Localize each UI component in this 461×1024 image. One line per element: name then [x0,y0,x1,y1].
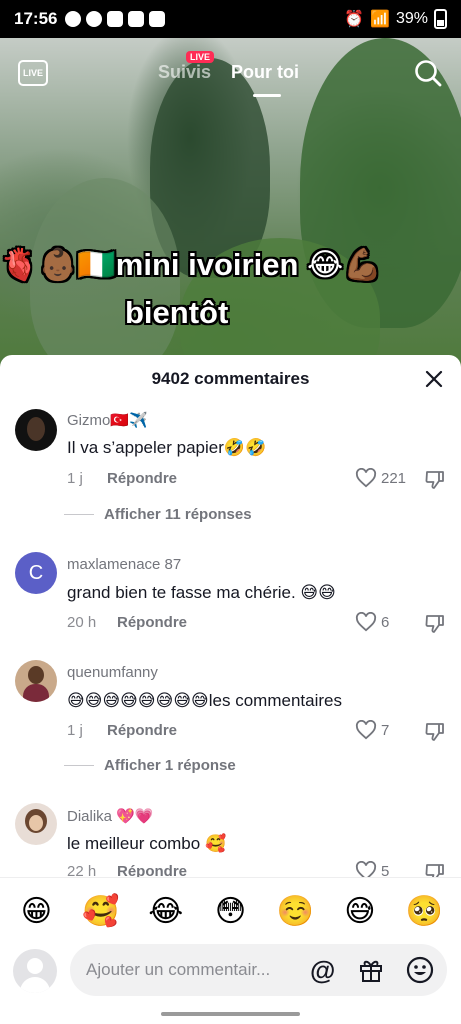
comment-time: 20 h [67,614,97,631]
emoji-picker-icon[interactable] [406,956,434,984]
top-nav: LIVE Suivis LIVE Pour toi [0,51,461,97]
emoji-button[interactable]: 🥰 [76,894,126,929]
alarm-icon: ⏰ [344,11,365,28]
mention-icon[interactable]: @ [310,955,335,986]
dislike-icon[interactable] [424,613,446,635]
comments-count-title: 9402 commentaires [151,369,310,388]
comment-text: 😅😅😅😅😅😅😅😅les commentaires [67,691,342,710]
comment-text: grand bien te fasse ma chérie. 😅😅 [67,583,336,602]
emoji-button[interactable]: 😅 [335,894,385,929]
comment-username[interactable]: quenumfanny [67,664,158,681]
show-replies-button[interactable]: Afficher 1 réponse [64,757,236,774]
battery-icon [434,9,447,29]
emoji-button[interactable]: ☺️ [270,894,320,929]
dislike-icon[interactable] [424,721,446,743]
reply-button[interactable]: Répondre [117,614,187,631]
like-button[interactable]: 7 [355,720,389,740]
divider [64,514,94,515]
app-notification-icon [65,11,82,27]
reply-button[interactable]: Répondre [107,470,177,487]
emoji-button[interactable]: 😁 [11,894,61,929]
like-count: 7 [381,721,390,739]
caption-line: 🫀👶🏾🇨🇮mini ivoirien 😂💪🏾 [0,247,382,282]
live-badge: LIVE [186,51,215,63]
comment-input-placeholder: Ajouter un commentair... [86,960,271,979]
divider [64,765,94,766]
tab-suivis[interactable]: Suivis [158,62,211,83]
show-replies-button[interactable]: Afficher 11 réponses [64,506,252,523]
comment-input[interactable]: Ajouter un commentair... @ [70,944,447,996]
dislike-icon[interactable] [424,469,446,491]
close-icon[interactable] [424,369,444,389]
battery-percent: 39% [395,10,428,27]
comment-time: 1 j [67,722,83,739]
heart-icon [355,468,377,488]
comment-username[interactable]: Gizmo🇹🇷✈️ [67,411,148,429]
avatar[interactable] [15,803,57,845]
gift-icon[interactable] [358,957,384,983]
comment-text: le meilleur combo 🥰 [67,834,227,853]
notification-icons [65,11,166,27]
search-icon[interactable] [413,58,443,88]
comment-username[interactable]: maxlamenace 87 [67,556,181,573]
like-button[interactable]: 6 [355,612,389,632]
status-bar: 17:56 ⏰ 📶 39% [0,0,461,38]
heart-icon [355,612,377,632]
heart-icon [355,720,377,740]
emoji-button[interactable]: 🥺 [400,894,450,929]
avatar[interactable] [15,409,57,451]
like-count: 6 [381,613,390,631]
comment-username[interactable]: Dialika 💖💗 [67,807,154,825]
app-notification-icon [86,11,103,27]
emoji-button[interactable]: 😳 [205,894,255,929]
like-count: 221 [381,469,407,487]
app-notification-icon [128,11,145,27]
status-time: 17:56 [14,9,58,28]
home-indicator[interactable] [161,1012,300,1016]
reply-button[interactable]: Répondre [107,722,177,739]
comment-text: Il va s’appeler papier🤣🤣 [67,438,267,457]
active-tab-indicator [253,94,281,97]
checkbox-notification-icon [107,11,124,27]
emoji-button[interactable]: 😂 [141,894,191,929]
show-replies-label: Afficher 1 réponse [104,757,236,774]
like-button[interactable]: 221 [355,468,406,488]
avatar[interactable] [15,660,57,702]
show-replies-label: Afficher 11 réponses [104,506,252,523]
avatar[interactable]: C [15,552,57,594]
tab-pour-toi[interactable]: Pour toi [231,62,299,83]
live-tv-icon[interactable]: LIVE [18,60,48,86]
wifi-icon: 📶 [370,11,390,28]
my-avatar [13,949,57,993]
emoji-quick-bar: 😁 🥰 😂 😳 ☺️ 😅 🥺 [0,877,461,945]
status-right: ⏰ 📶 39% [344,9,447,29]
image-notification-icon [149,11,166,27]
comment-input-row: Ajouter un commentair... @ [0,944,461,1008]
comment-time: 1 j [67,470,83,487]
caption-line: bientôt [125,295,229,330]
